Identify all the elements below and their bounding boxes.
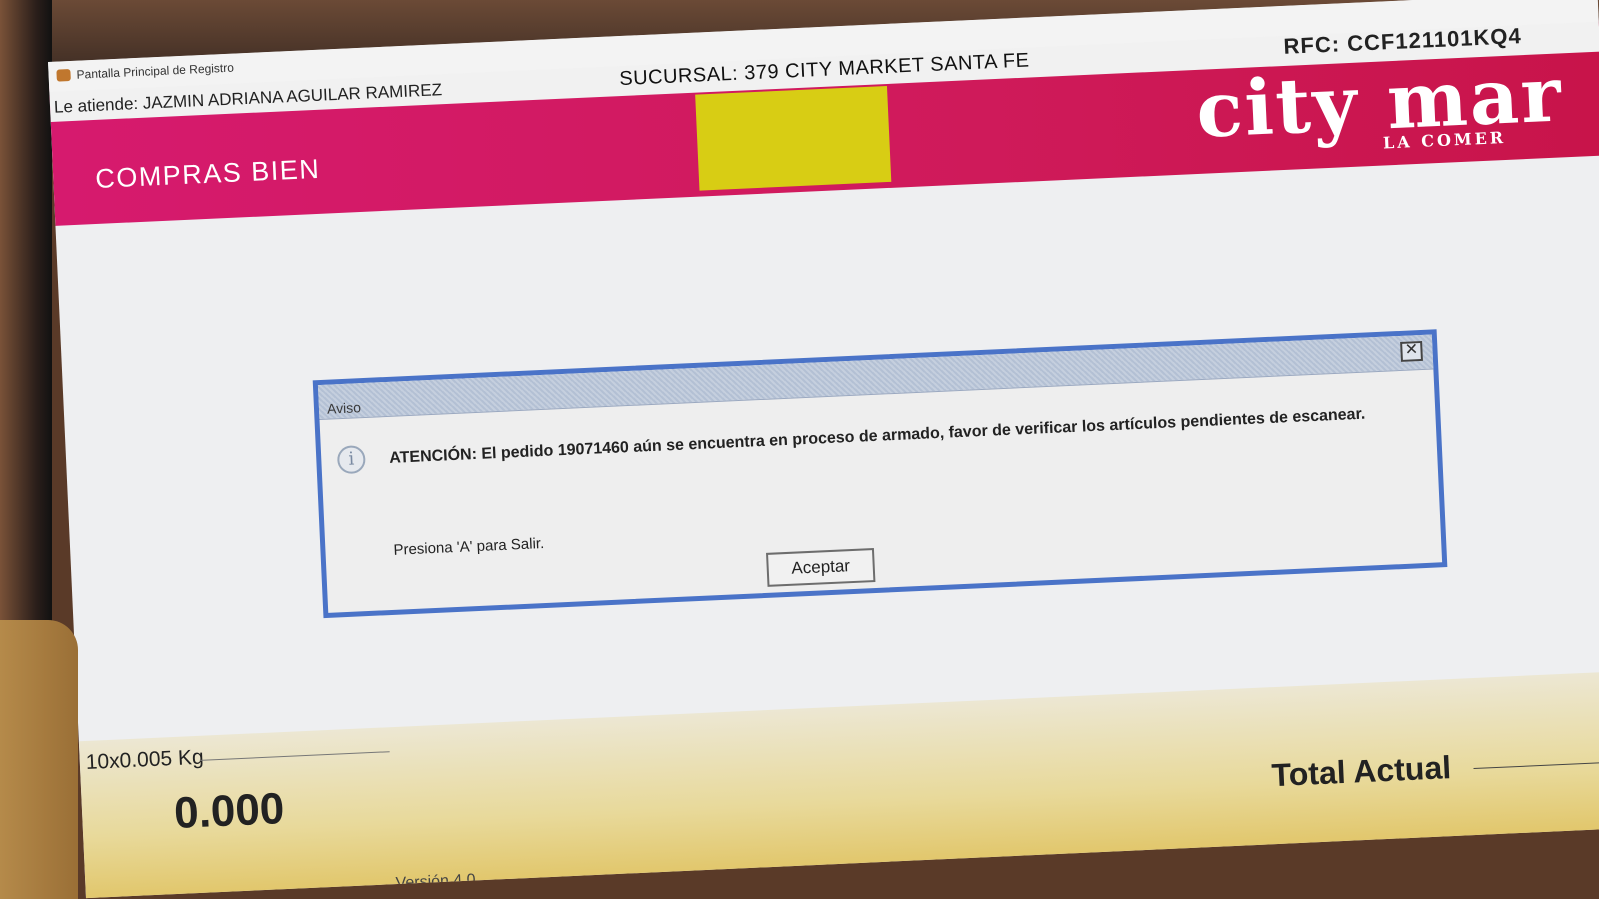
window-title: Pantalla Principal de Registro (76, 60, 235, 82)
dialog-title: Aviso (326, 399, 362, 417)
city-market-logo: city mar (1194, 49, 1565, 155)
info-icon: i (336, 445, 366, 475)
total-label: Total Actual (1270, 749, 1452, 794)
weight-readout: 0.000 (173, 784, 286, 839)
version-label: Versión 4.0 (395, 871, 476, 893)
yellow-banner-block (695, 85, 892, 191)
scale-divider (199, 751, 390, 761)
pos-screen: Pantalla Principal de Registro Le atiend… (48, 0, 1599, 899)
bottom-panel: 10x0.005 Kg 0.000 Total Actual Versión 4… (78, 670, 1599, 899)
paper-bag (0, 620, 78, 899)
scale-label: 10x0.005 Kg (85, 745, 205, 774)
close-icon[interactable]: ✕ (1400, 340, 1423, 362)
accept-button[interactable]: Aceptar (766, 548, 876, 587)
dialog-message: ATENCIÓN: El pedido 19071460 aún se encu… (388, 405, 1366, 467)
dialog-titlebar: Aviso ✕ (317, 334, 1434, 421)
dialog-hint: Presiona 'A' para Salir. (393, 534, 545, 559)
app-icon (56, 68, 71, 82)
store-title: COMPRAS BIEN (94, 153, 321, 194)
notice-dialog: Aviso ✕ i ATENCIÓN: El pedido 19071460 a… (312, 329, 1448, 619)
total-divider (1473, 760, 1599, 770)
